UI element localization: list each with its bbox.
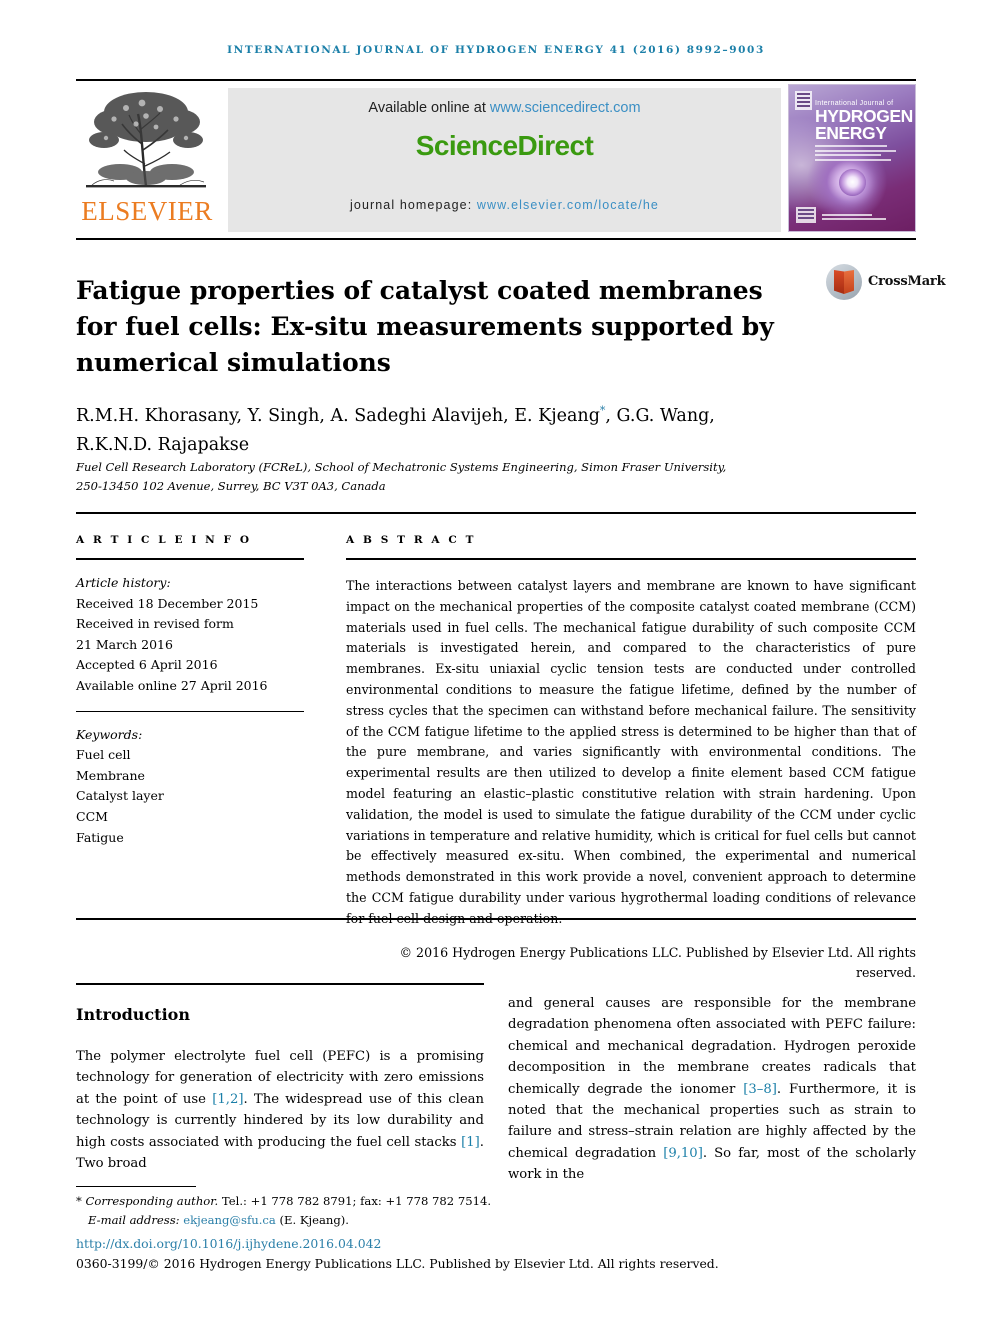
masthead: ELSEVIER Available online at www.science… [76, 84, 916, 232]
article-history-item: 21 March 2016 [76, 636, 173, 652]
masthead-rule [76, 238, 916, 240]
abstract-rule [346, 558, 916, 560]
cover-title-text: HYDROGEN ENERGY [815, 107, 913, 143]
journal-cover-thumbnail: International Journal of HYDROGEN ENERGY [788, 84, 916, 232]
sciencedirect-link[interactable]: www.sciencedirect.com [490, 100, 641, 116]
email-line: E-mail address: ekjeang@sfu.ca (E. Kjean… [76, 1211, 776, 1230]
abstract-heading: A B S T R A C T [346, 534, 477, 546]
citation-link[interactable]: [1] [461, 1135, 480, 1150]
issn-copyright-line: 0360-3199/© 2016 Hydrogen Energy Publica… [76, 1256, 719, 1271]
affiliation: Fuel Cell Research Laboratory (FCReL), S… [76, 458, 796, 496]
introduction-paragraph-right: and general causes are responsible for t… [508, 993, 916, 1186]
email-tail: (E. Kjeang). [275, 1212, 349, 1227]
affiliation-line-1: Fuel Cell Research Laboratory (FCReL), S… [76, 460, 727, 474]
cover-footer-lines [822, 214, 902, 222]
crossmark-icon [826, 264, 862, 300]
corresponding-author-contact: Tel.: +1 778 782 8791; fax: +1 778 782 7… [218, 1194, 492, 1208]
keyword-item: Membrane [76, 767, 145, 783]
authors-line-1-tail: , G.G. Wang, [605, 405, 715, 426]
introduction-left-column: Introduction The polymer electrolyte fue… [76, 993, 484, 1174]
page-title: Fatigue properties of catalyst coated me… [76, 275, 774, 377]
journal-homepage-line: journal homepage: www.elsevier.com/locat… [228, 198, 781, 212]
keywords-divider [76, 710, 304, 712]
footnote-block: * Corresponding author. Tel.: +1 778 782… [76, 1192, 776, 1229]
authors-line-1: R.M.H. Khorasany, Y. Singh, A. Sadeghi A… [76, 405, 600, 426]
abstract-section-top-rule [76, 512, 916, 514]
article-info-column: A R T I C L E I N F O Article history: R… [76, 534, 304, 848]
running-head: International Journal of Hydrogen Energy… [227, 44, 765, 56]
article-info-heading: A R T I C L E I N F O [76, 534, 252, 546]
keyword-item: Catalyst layer [76, 788, 164, 804]
article-info-rule [76, 558, 304, 560]
cover-title-line2: ENERGY [815, 123, 887, 143]
available-online-text: Available online at [368, 100, 490, 116]
email-link[interactable]: ekjeang@sfu.ca [183, 1213, 276, 1227]
keywords-label: Keywords: [76, 726, 143, 742]
footnote-rule [76, 1186, 196, 1187]
elsevier-wordmark: ELSEVIER [81, 196, 213, 226]
introduction-heading: Introduction [76, 1005, 190, 1024]
abstract-column: A B S T R A C T The interactions between… [346, 534, 916, 984]
citation-link[interactable]: [9,10] [663, 1146, 703, 1161]
sciencedirect-wordmark[interactable]: ScienceDirect [228, 130, 781, 162]
introduction-rule [76, 983, 484, 985]
journal-homepage-link[interactable]: www.elsevier.com/locate/he [477, 198, 659, 212]
abstract-section-bottom-rule [76, 918, 916, 920]
abstract-copyright: © 2016 Hydrogen Energy Publications LLC.… [399, 944, 916, 981]
header-rule [76, 79, 916, 81]
corresponding-author-line: * Corresponding author. Tel.: +1 778 782… [76, 1192, 776, 1211]
corresponding-author-star: * [76, 1194, 82, 1208]
available-online-line: Available online at www.sciencedirect.co… [228, 100, 781, 116]
article-history-label: Article history: [76, 575, 171, 590]
journal-article-page: International Journal of Hydrogen Energy… [0, 0, 992, 1323]
doi-link[interactable]: http://dx.doi.org/10.1016/j.ijhydene.201… [76, 1236, 381, 1251]
crossmark-badge[interactable]: CrossMark [826, 258, 946, 314]
authors-line-2: R.K.N.D. Rajapakse [76, 434, 250, 455]
article-history-item: Accepted 6 April 2016 [76, 657, 218, 673]
keyword-item: CCM [76, 808, 108, 824]
article-history-item: Received 18 December 2015 [76, 595, 259, 611]
introduction-paragraph-left: The polymer electrolyte fuel cell (PEFC)… [76, 1046, 484, 1174]
author-list: R.M.H. Khorasany, Y. Singh, A. Sadeghi A… [76, 396, 796, 460]
keyword-item: Fatigue [76, 829, 124, 845]
cover-sphere-graphic [839, 169, 866, 196]
cover-editors-lines [815, 145, 907, 163]
abstract-text: The interactions between catalyst layers… [346, 578, 916, 926]
keywords-block: Keywords: Fuel cell Membrane Catalyst la… [76, 725, 304, 849]
corresponding-author-label: Corresponding author. [85, 1194, 219, 1208]
sciencedirect-word-direct: Direct [517, 130, 594, 161]
introduction-right-column: and general causes are responsible for t… [508, 993, 916, 1186]
elsevier-logo: ELSEVIER [76, 84, 218, 232]
article-history-item: Received in revised form [76, 616, 234, 632]
cover-publisher-mark-icon [795, 91, 812, 110]
sciencedirect-banner: Available online at www.sciencedirect.co… [228, 88, 781, 232]
journal-homepage-label: journal homepage: [350, 198, 477, 212]
article-history-item: Available online 27 April 2016 [76, 677, 268, 693]
email-label: E-mail address: [88, 1212, 184, 1227]
keyword-item: Fuel cell [76, 747, 131, 763]
citation-link[interactable]: [1,2] [212, 1092, 243, 1107]
citation-link[interactable]: [3–8] [743, 1082, 777, 1097]
sciencedirect-word-science: Science [415, 130, 518, 161]
cover-footer-mark-icon [796, 207, 816, 223]
affiliation-line-2: 250-13450 102 Avenue, Surrey, BC V3T 0A3… [76, 479, 386, 493]
crossmark-label: CrossMark [868, 274, 946, 289]
elsevier-tree-icon [86, 92, 206, 188]
article-history-block: Article history: Received 18 December 20… [76, 573, 304, 697]
